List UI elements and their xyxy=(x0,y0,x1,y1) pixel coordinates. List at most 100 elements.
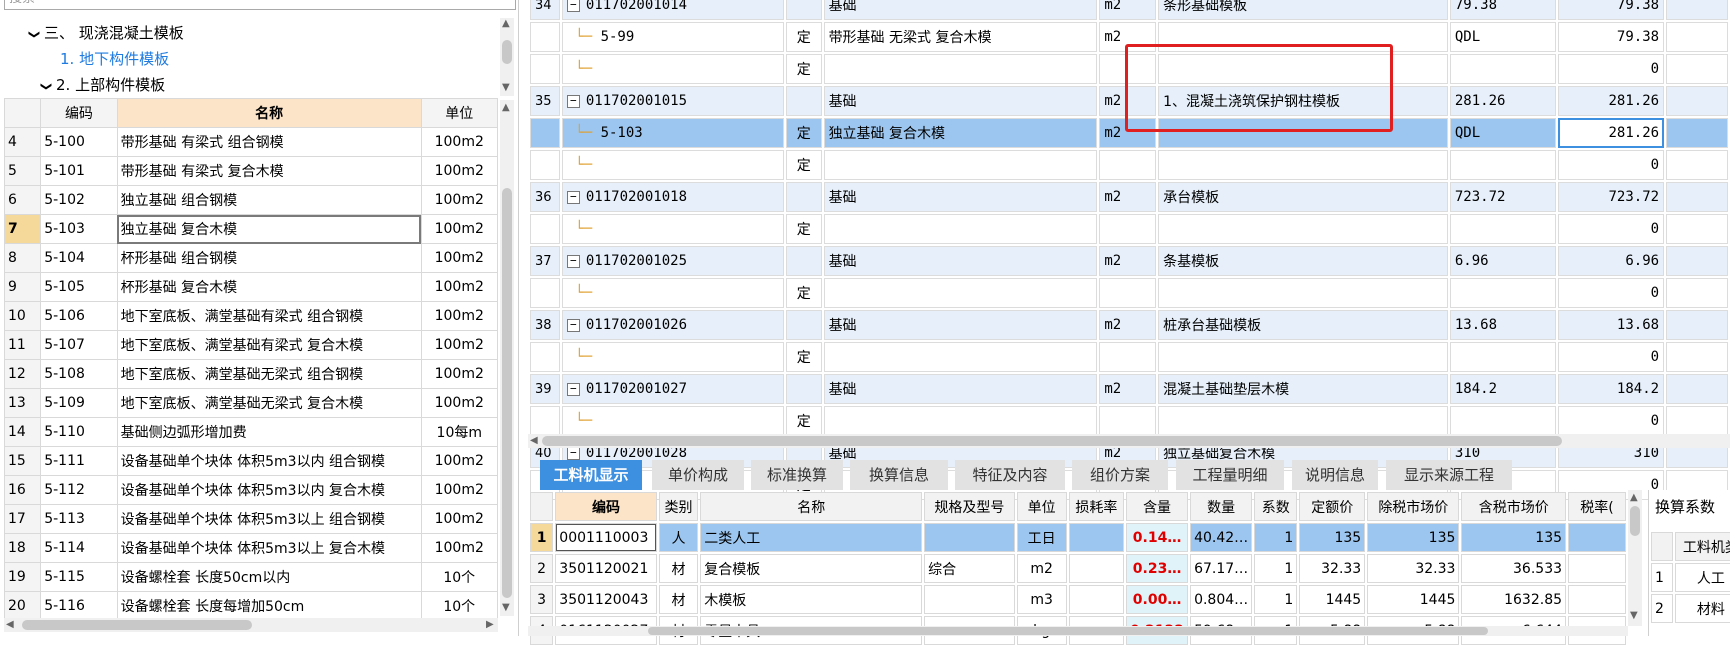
resource-col-header[interactable]: 除税市场价 xyxy=(1367,492,1460,521)
quota-code[interactable]: └─ 5-103 xyxy=(561,118,785,148)
item-quantity[interactable]: 0 xyxy=(1557,406,1665,436)
quota-code[interactable]: └─ xyxy=(561,214,785,244)
quota-sub-row[interactable]: └─ 定 0 xyxy=(530,150,1728,180)
collapse-icon[interactable]: − xyxy=(566,318,580,332)
item-extra[interactable] xyxy=(1666,374,1728,404)
collapse-icon[interactable]: − xyxy=(566,446,580,460)
item-quantity[interactable]: 0 xyxy=(1557,150,1665,180)
quota-name[interactable]: 地下室底板、满堂基础无梁式 组合钢模 xyxy=(116,359,422,389)
quota-sub-row[interactable]: └─ 定 0 xyxy=(530,214,1728,244)
item-kind[interactable] xyxy=(786,310,822,340)
quota-unit[interactable]: 100m2 xyxy=(420,446,499,476)
quota-unit[interactable]: 100m2 xyxy=(420,475,499,505)
collapse-icon[interactable]: − xyxy=(566,254,580,268)
bill-code[interactable]: −011702001015 xyxy=(561,86,785,116)
tab-2[interactable]: 单价构成 xyxy=(652,460,744,490)
table-row[interactable]: 20 5-116 设备螺栓套 长度每增加50cm 10个 xyxy=(3,591,499,621)
quota-name[interactable]: 设备螺栓套 长度50cm以内 xyxy=(116,562,422,592)
table-row[interactable]: 11 5-107 地下室底板、满堂基础有梁式 复合木模 100m2 xyxy=(3,330,499,360)
item-quantity[interactable]: 723.72 xyxy=(1557,182,1665,212)
item-quantity-expr[interactable] xyxy=(1449,214,1556,244)
tree-node-cast-concrete[interactable]: ❯ 三、 现浇混凝土模板 xyxy=(28,22,184,43)
code-header[interactable]: 编码 xyxy=(40,98,118,128)
resource-col-header[interactable]: 规格及型号 xyxy=(924,492,1015,521)
tab-3[interactable]: 标准换算 xyxy=(751,460,843,490)
search-input[interactable]: 搜索 xyxy=(4,0,516,10)
item-unit[interactable] xyxy=(1099,214,1157,244)
quota-code[interactable]: 5-100 xyxy=(40,127,118,157)
quota-name[interactable]: 带形基础 有梁式 组合钢模 xyxy=(116,127,422,157)
tab-9[interactable]: 显示来源工程 xyxy=(1386,460,1512,490)
item-quantity[interactable]: 79.38 xyxy=(1557,22,1665,52)
expand-chevron-icon[interactable]: ❯ xyxy=(28,30,41,39)
scroll-thumb[interactable] xyxy=(542,436,1562,446)
resource-market-price[interactable]: 1445 xyxy=(1367,585,1460,614)
table-row[interactable]: 19 5-115 设备螺栓套 长度50cm以内 10个 xyxy=(3,562,499,592)
quota-unit[interactable]: 10个 xyxy=(420,591,499,621)
item-name[interactable] xyxy=(823,406,1098,436)
quota-code[interactable]: └─ xyxy=(561,406,785,436)
quota-unit[interactable]: 100m2 xyxy=(420,359,499,389)
item-quantity[interactable]: 0 xyxy=(1557,278,1665,308)
quota-code[interactable]: 5-116 xyxy=(40,591,118,621)
resource-col-header[interactable]: 数量 xyxy=(1190,492,1253,521)
tab-5[interactable]: 特征及内容 xyxy=(955,460,1065,490)
resource-code[interactable]: 3501120021 xyxy=(555,554,657,583)
quota-unit[interactable]: 100m2 xyxy=(420,156,499,186)
scroll-thumb[interactable] xyxy=(22,620,252,630)
item-quantity-expr[interactable] xyxy=(1449,342,1556,372)
quota-code[interactable]: └─ xyxy=(561,342,785,372)
item-quantity[interactable]: 13.68 xyxy=(1557,310,1665,340)
item-feature[interactable]: 条基模板 xyxy=(1158,246,1448,276)
item-kind[interactable]: 定 xyxy=(786,214,822,244)
item-extra[interactable] xyxy=(1666,246,1728,276)
quota-code[interactable]: └─ xyxy=(561,278,785,308)
quota-code[interactable]: 5-105 xyxy=(40,272,118,302)
table-row[interactable]: 14 5-110 基础侧边弧形增加费 10每m xyxy=(3,417,499,447)
quota-name[interactable]: 地下室底板、满堂基础无梁式 复合木模 xyxy=(116,388,422,418)
bill-code[interactable]: −011702001025 xyxy=(561,246,785,276)
resource-code[interactable]: 0001110003 xyxy=(555,523,657,552)
item-name[interactable] xyxy=(823,150,1098,180)
item-kind[interactable]: 定 xyxy=(786,342,822,372)
item-extra[interactable] xyxy=(1666,182,1728,212)
resource-quota-price[interactable]: 135 xyxy=(1299,523,1366,552)
item-quantity-expr[interactable]: 281.26 xyxy=(1449,86,1556,116)
resource-market-price-tax[interactable]: 36.533 xyxy=(1461,554,1567,583)
resource-loss-rate[interactable] xyxy=(1068,585,1125,614)
quota-sub-row[interactable]: └─ 定 0 xyxy=(530,342,1728,372)
item-kind[interactable]: 定 xyxy=(786,406,822,436)
scroll-thumb[interactable] xyxy=(502,40,512,64)
table-row[interactable]: 2 材料 xyxy=(1651,594,1730,623)
item-quantity-expr[interactable]: QDL xyxy=(1449,22,1556,52)
quota-unit[interactable]: 100m2 xyxy=(420,272,499,302)
quota-table-scrollbar[interactable]: ▲ ▼ xyxy=(500,100,514,616)
resource-col-header[interactable]: 含税市场价 xyxy=(1461,492,1567,521)
resource-col-header[interactable]: 单位 xyxy=(1016,492,1067,521)
bill-item-row[interactable]: 38−011702001026 基础 m2 桩承台基础模板 13.68 13.68 xyxy=(530,310,1728,340)
item-unit[interactable]: m2 xyxy=(1099,374,1157,404)
quota-name[interactable]: 基础侧边弧形增加费 xyxy=(116,417,422,447)
quota-name[interactable]: 设备基础单个块体 体积5m3以内 复合木模 xyxy=(116,475,422,505)
item-unit[interactable]: m2 xyxy=(1099,246,1157,276)
item-extra[interactable] xyxy=(1666,86,1728,116)
table-row[interactable]: 1 0001110003 人二类人工 工日 0.14… 40.42… 1 135 135 135 xyxy=(530,523,1626,552)
item-quantity-expr[interactable]: QDL xyxy=(1449,118,1556,148)
item-feature[interactable]: 条形基础模板 xyxy=(1158,0,1448,20)
quota-unit[interactable]: 10每m xyxy=(420,417,499,447)
table-row[interactable]: 18 5-114 设备基础单个块体 体积5m3以上 复合木模 100m2 xyxy=(3,533,499,563)
quota-unit[interactable]: 100m2 xyxy=(420,214,499,244)
item-name[interactable]: 基础 xyxy=(823,246,1098,276)
item-extra[interactable] xyxy=(1666,214,1728,244)
scroll-down-arrow-icon[interactable]: ▼ xyxy=(502,82,510,93)
item-quantity[interactable]: 281.26 xyxy=(1557,86,1665,116)
item-extra[interactable] xyxy=(1666,342,1728,372)
resource-tax-rate[interactable] xyxy=(1568,523,1626,552)
item-kind[interactable]: 定 xyxy=(786,54,822,84)
quota-code[interactable]: 5-107 xyxy=(40,330,118,360)
item-unit[interactable]: m2 xyxy=(1099,182,1157,212)
tree-node-underground[interactable]: 1. 地下构件模板 xyxy=(60,48,169,69)
table-row[interactable]: 5 5-101 带形基础 有梁式 复合木模 100m2 xyxy=(3,156,499,186)
item-unit[interactable] xyxy=(1099,278,1157,308)
quota-name[interactable]: 独立基础 组合钢模 xyxy=(116,185,422,215)
